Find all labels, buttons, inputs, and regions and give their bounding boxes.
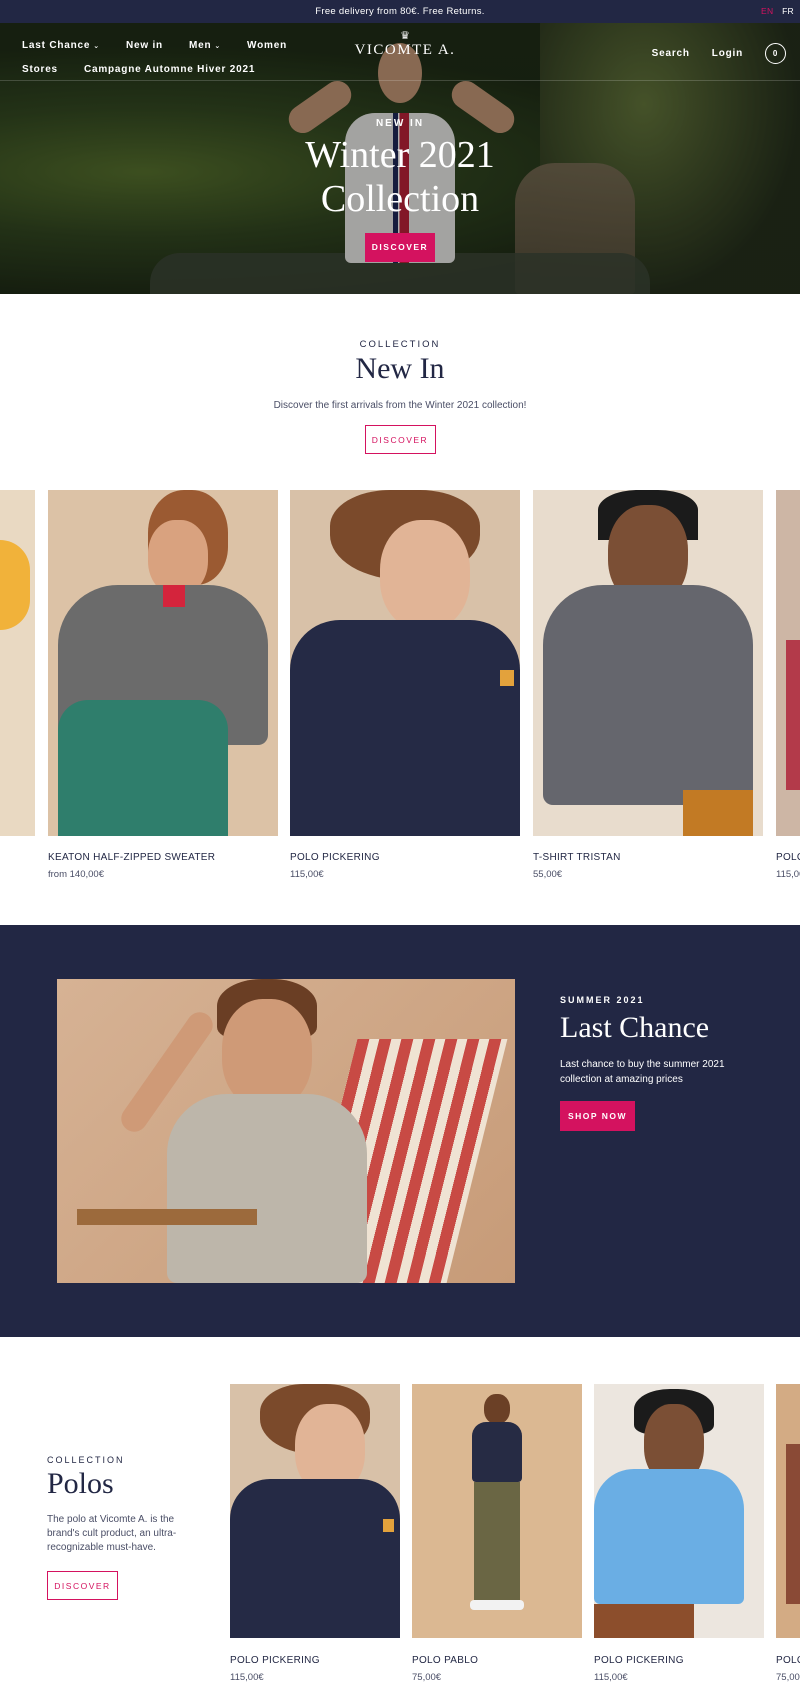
shop-now-button[interactable]: SHOP NOW <box>560 1101 635 1131</box>
polos-title: Polos <box>47 1467 114 1500</box>
nav-item-last-chance[interactable]: Last Chance ⌄ <box>22 40 100 51</box>
last-chance-title: Last Chance <box>560 1011 710 1044</box>
product-price: 115,00€ <box>290 869 324 880</box>
nav-item-campaign[interactable]: Campagne Automne Hiver 2021 <box>84 64 255 75</box>
navy-polo <box>290 620 520 836</box>
utility-nav: Search Login 0 <box>652 43 786 64</box>
navy-polo <box>230 1479 400 1638</box>
crown-icon: ♛ <box>400 30 410 42</box>
product-price: 115,00 <box>776 869 800 880</box>
hero-discover-button[interactable]: DISCOVER <box>365 233 435 262</box>
nav-item-stores[interactable]: Stores <box>22 64 58 75</box>
product-image-keaton[interactable] <box>48 490 278 836</box>
product-price: 115,00€ <box>230 1672 264 1683</box>
khaki-trousers <box>474 1482 520 1602</box>
brand-wordmark: VICOMTE A. <box>354 42 456 58</box>
hero-copy: NEW IN Winter 2021 Collection DISCOVER <box>250 118 550 262</box>
product-name[interactable]: POLO PICKERING <box>230 1655 320 1666</box>
chevron-down-icon: ⌄ <box>93 42 100 50</box>
red-garment <box>786 640 800 790</box>
hero-title-line2: Collection <box>320 178 480 220</box>
product-price: from 140,00€ <box>48 869 104 880</box>
hero-title-line1: Winter 2021 <box>305 134 495 176</box>
new-in-title: New In <box>355 352 445 385</box>
product-price: 115,00€ <box>594 1672 628 1683</box>
nav-item-label: New in <box>125 39 163 51</box>
sweater-collar <box>163 585 185 607</box>
brand-logo[interactable]: ♛ VICOMTE A. <box>350 30 460 59</box>
search-link[interactable]: Search <box>652 48 690 59</box>
product-price: 75,00€ <box>412 1672 442 1683</box>
product-price: 55,00€ <box>533 869 563 880</box>
product-image-partial-left[interactable] <box>0 490 35 836</box>
product-image-partial-right[interactable] <box>776 490 800 836</box>
new-in-description: Discover the first arrivals from the Win… <box>273 400 527 411</box>
nav-item-label: Women <box>247 39 287 51</box>
chevron-down-icon: ⌄ <box>214 42 222 50</box>
nav-item-men[interactable]: Men ⌄ <box>189 40 221 51</box>
partial-figure <box>786 1444 800 1604</box>
product-name[interactable]: POLO PABLO <box>412 1655 478 1666</box>
chair-armrest <box>77 1209 257 1225</box>
nav-item-label: Campagne Automne Hiver 2021 <box>83 63 256 75</box>
product-name[interactable]: POLO <box>776 1655 800 1666</box>
polos-description: The polo at Vicomte A. is the brand's cu… <box>47 1514 177 1553</box>
product-image-polo-pickering[interactable] <box>290 490 520 836</box>
nav-item-label: Stores <box>22 63 58 75</box>
model-face <box>148 520 208 595</box>
model-head <box>484 1394 510 1424</box>
yellow-sleeve <box>0 540 30 630</box>
nav-item-label: Men <box>188 39 212 51</box>
green-trousers <box>58 700 228 836</box>
new-in-discover-button[interactable]: DISCOVER <box>364 425 436 454</box>
last-chance-eyebrow: SUMMER 2021 <box>560 995 645 1005</box>
product-image-polo-pickering[interactable] <box>230 1384 400 1638</box>
announcement-bar: Free delivery from 80€. Free Returns. EN… <box>0 0 800 23</box>
lang-en-link[interactable]: EN <box>761 6 773 16</box>
grey-tshirt <box>167 1094 367 1283</box>
model-face <box>380 520 470 630</box>
main-nav: Last Chance ⌄ New in Men ⌄ Women Stores Ca… <box>22 33 313 81</box>
model-face <box>222 999 312 1109</box>
product-name[interactable]: POLO <box>776 852 800 863</box>
product-name[interactable]: KEATON HALF-ZIPPED SWEATER <box>48 852 215 863</box>
product-image-tshirt-tristan[interactable] <box>533 490 763 836</box>
language-switcher: EN FR <box>755 6 794 16</box>
polos-eyebrow: COLLECTION <box>47 1455 125 1465</box>
new-in-eyebrow: COLLECTION <box>359 339 441 350</box>
product-name[interactable]: POLO PICKERING <box>290 852 380 863</box>
last-chance-image[interactable] <box>57 979 515 1283</box>
white-sneakers <box>470 1600 524 1610</box>
nav-item-label: Last Chance <box>22 39 91 51</box>
product-image-partial-right[interactable] <box>776 1384 800 1638</box>
login-link[interactable]: Login <box>712 48 743 59</box>
navy-polo <box>472 1422 522 1482</box>
announcement-text: Free delivery from 80€. Free Returns. <box>315 6 485 17</box>
polos-copy: COLLECTION Polos The polo at Vicomte A. … <box>47 1455 197 1600</box>
lang-fr-link[interactable]: FR <box>782 6 794 16</box>
product-name[interactable]: T-SHIRT TRISTAN <box>533 852 621 863</box>
cart-button[interactable]: 0 <box>765 43 786 64</box>
product-image-polo-pickering-blue[interactable] <box>594 1384 764 1638</box>
new-in-header: COLLECTION New In Discover the first arr… <box>0 339 800 454</box>
last-chance-description: Last chance to buy the summer 2021 colle… <box>560 1059 725 1085</box>
orange-trousers <box>683 790 753 836</box>
grey-tshirt <box>543 585 753 805</box>
polo-crest <box>500 670 514 686</box>
product-price: 75,00€ <box>776 1672 800 1683</box>
polo-crest <box>383 1519 394 1532</box>
brown-trousers <box>594 1604 694 1638</box>
nav-item-women[interactable]: Women <box>247 40 287 51</box>
last-chance-copy: SUMMER 2021 Last Chance Last chance to b… <box>560 995 760 1131</box>
product-image-polo-pablo[interactable] <box>412 1384 582 1638</box>
hero-eyebrow: NEW IN <box>375 118 425 129</box>
light-blue-polo <box>594 1469 744 1604</box>
product-name[interactable]: POLO PICKERING <box>594 1655 684 1666</box>
nav-item-new-in[interactable]: New in <box>126 40 163 51</box>
polos-discover-button[interactable]: DISCOVER <box>47 1571 118 1600</box>
